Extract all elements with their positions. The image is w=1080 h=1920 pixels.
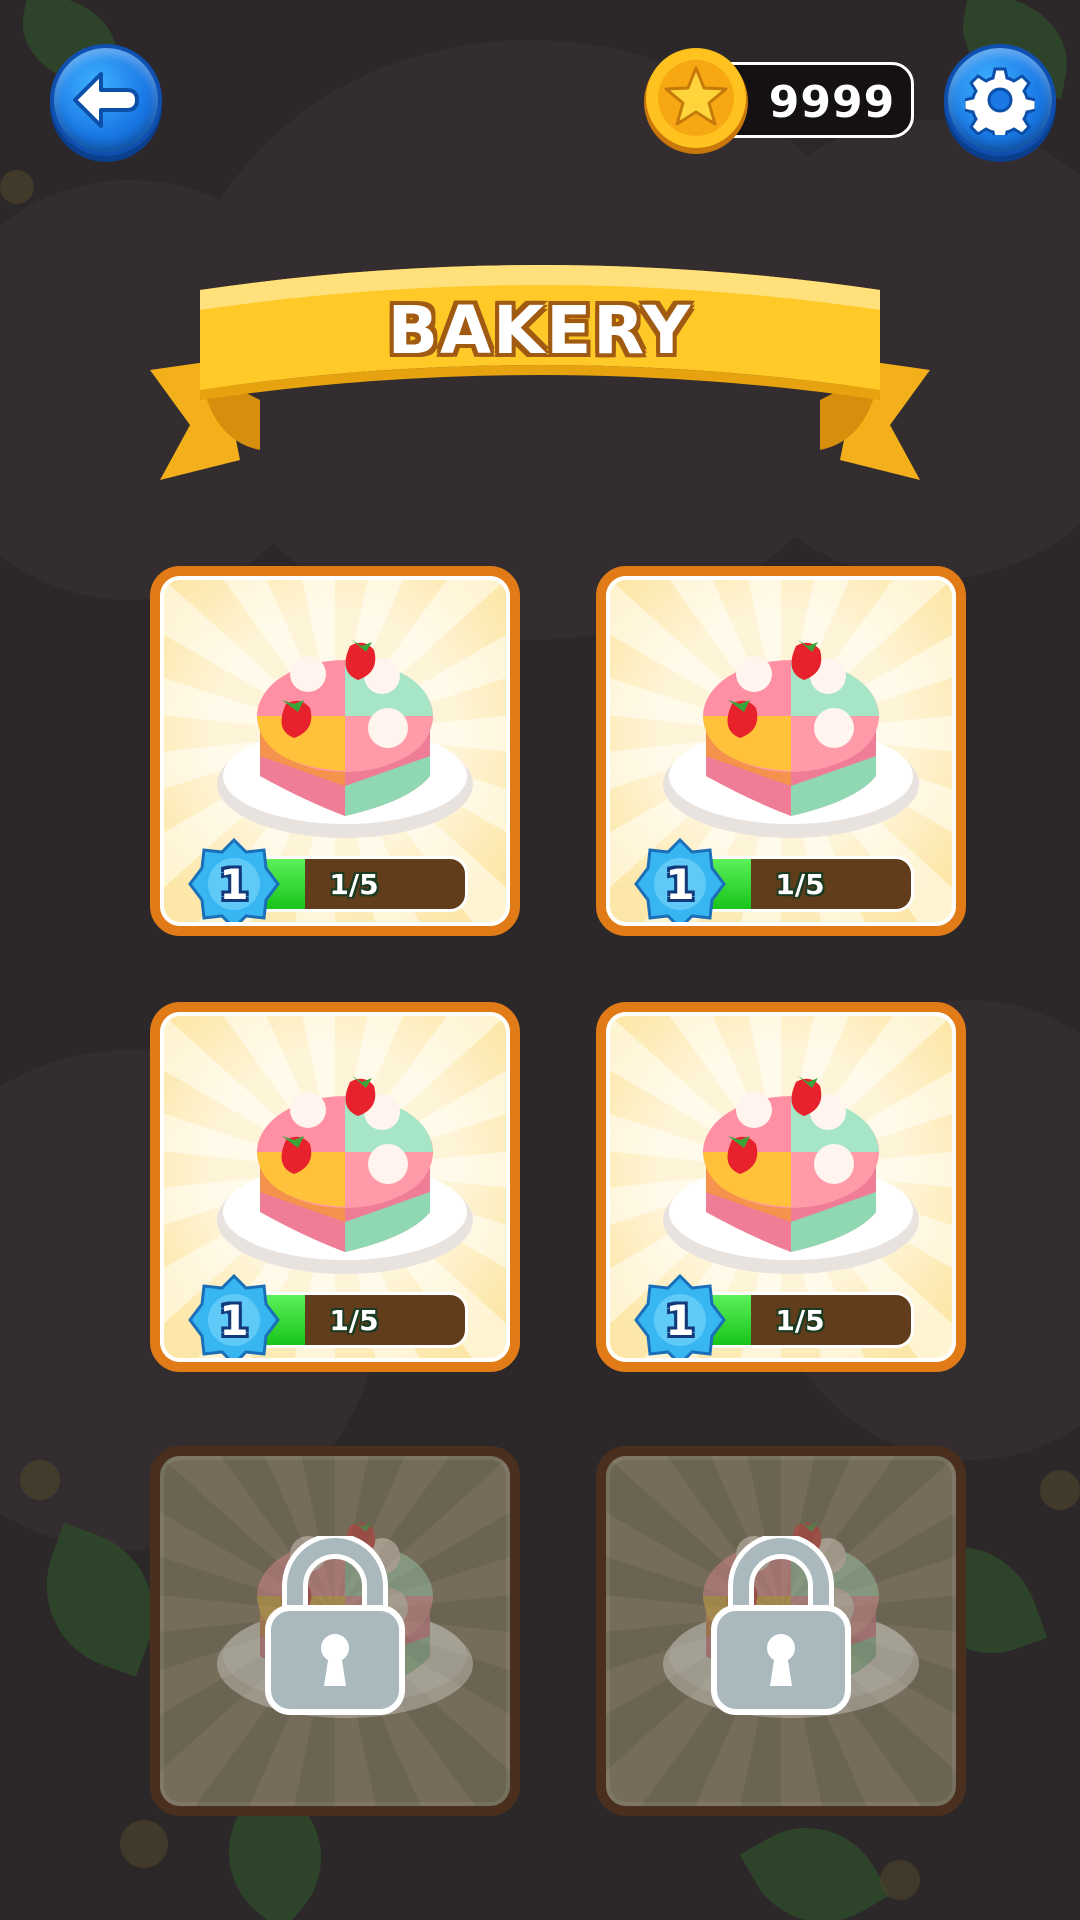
star-coin-icon xyxy=(644,48,748,154)
title-banner xyxy=(150,265,930,480)
gear-icon xyxy=(965,67,1035,135)
card-inner-border xyxy=(606,1012,956,1362)
level-card[interactable]: 1/5 1 xyxy=(596,566,966,936)
card-inner-border xyxy=(606,576,956,926)
card-inner-border xyxy=(160,576,510,926)
level-card[interactable]: 1/5 1 xyxy=(596,1002,966,1372)
back-arrow-icon xyxy=(73,72,139,128)
card-inner-border xyxy=(160,1456,510,1806)
page-title: BAKERY xyxy=(387,292,693,369)
settings-button[interactable] xyxy=(944,44,1056,156)
back-button[interactable] xyxy=(50,44,162,156)
coin-amount: 9999 xyxy=(768,76,896,128)
level-card-locked[interactable] xyxy=(596,1446,966,1816)
card-inner-border xyxy=(606,1456,956,1806)
level-card-locked[interactable] xyxy=(150,1446,520,1816)
level-card[interactable]: 1/5 1 xyxy=(150,566,520,936)
card-inner-border xyxy=(160,1012,510,1362)
level-card[interactable]: 1/5 1 xyxy=(150,1002,520,1372)
